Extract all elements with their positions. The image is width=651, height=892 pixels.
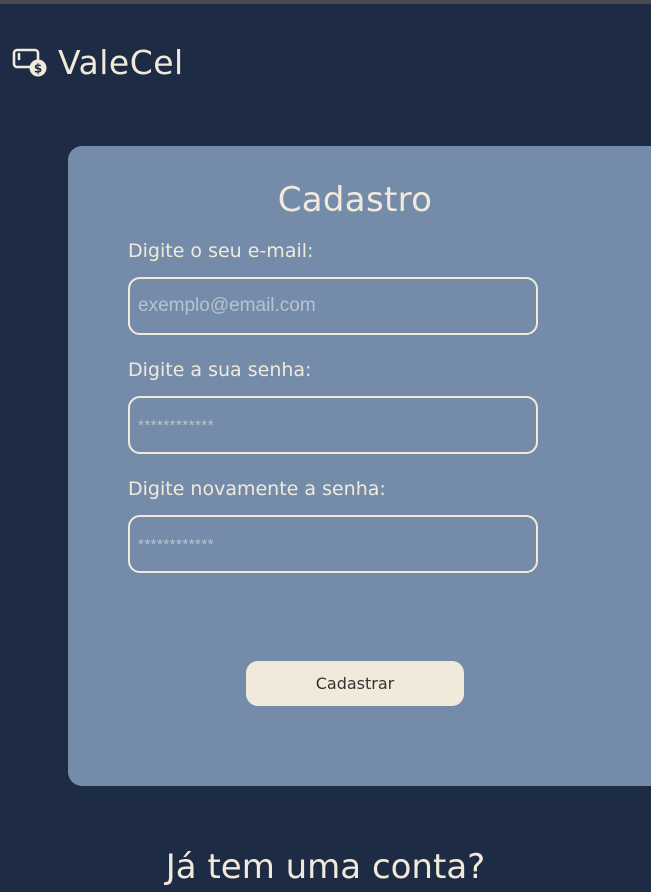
app-header: $ ValeCel xyxy=(12,40,184,84)
email-label: Digite o seu e-mail: xyxy=(128,240,314,262)
confirm-password-input[interactable] xyxy=(128,515,538,573)
brand-name: ValeCel xyxy=(58,42,184,82)
confirm-password-label: Digite novamente a senha: xyxy=(128,478,386,500)
password-input[interactable] xyxy=(128,396,538,454)
login-prompt[interactable]: Já tem uma conta? xyxy=(0,847,651,887)
window-top-border xyxy=(0,0,651,4)
signup-button[interactable]: Cadastrar xyxy=(246,661,464,706)
password-label: Digite a sua senha: xyxy=(128,359,312,381)
svg-text:$: $ xyxy=(34,62,42,76)
form-title: Cadastro xyxy=(277,180,433,220)
wallet-dollar-icon: $ xyxy=(12,44,48,80)
email-input[interactable] xyxy=(128,277,538,335)
